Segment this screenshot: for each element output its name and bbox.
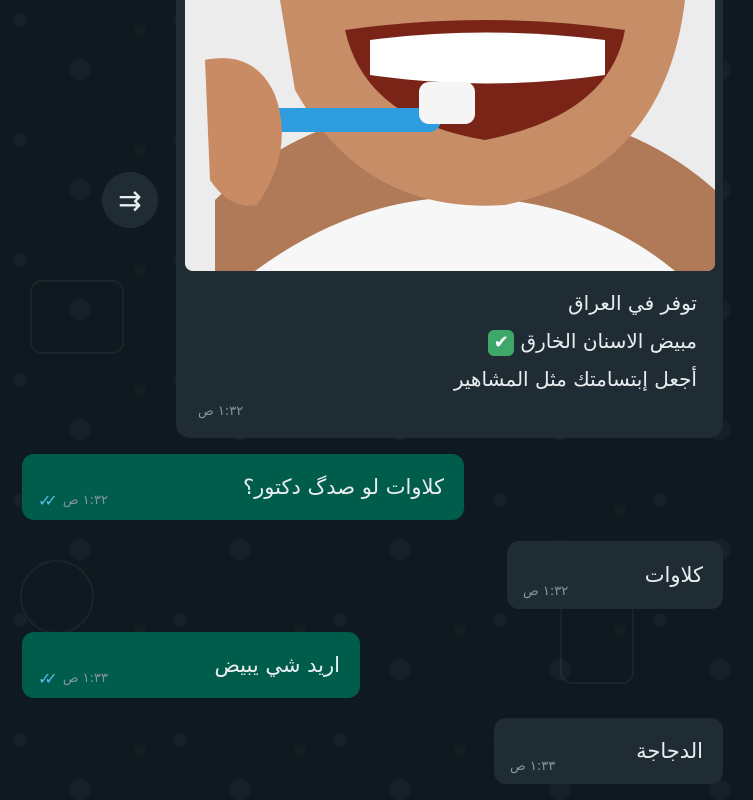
message-text: كلاوات [644, 563, 703, 587]
wallpaper-doodle [20, 560, 94, 634]
image-message-bubble[interactable]: توفر في العراق مبيض الاسنان الخارق ✔ أجع… [176, 0, 723, 438]
message-text: الدجاجة [636, 739, 703, 763]
incoming-message[interactable]: الدجاجة ١:٣٣ ص [494, 718, 723, 784]
message-time: ١:٣٣ ص [510, 759, 556, 774]
message-time: ١:٣٢ ص [62, 493, 108, 508]
message-meta: ✓✓ ١:٣٣ ص [38, 669, 108, 688]
incoming-message[interactable]: كلاوات ١:٣٢ ص [507, 541, 723, 609]
forward-icon: ⇉ [118, 183, 142, 217]
caption-line: توفر في العراق [568, 291, 697, 315]
forward-button[interactable]: ⇉ [102, 172, 158, 228]
image-caption: توفر في العراق مبيض الاسنان الخارق ✔ أجع… [454, 284, 697, 398]
message-text: كلاوات لو صدگ دكتور؟ [242, 475, 444, 499]
smiling-man-brushing-teeth-image [185, 0, 715, 271]
message-meta: ✓✓ ١:٣٢ ص [38, 491, 108, 510]
message-time: ١:٣٢ ص [198, 404, 244, 419]
wallpaper-doodle [560, 600, 634, 684]
outgoing-message[interactable]: اريد شي يبيض ✓✓ ١:٣٣ ص [22, 632, 360, 698]
outgoing-message[interactable]: كلاوات لو صدگ دكتور؟ ✓✓ ١:٣٢ ص [22, 454, 464, 520]
message-meta: ١:٣٣ ص [510, 759, 555, 774]
message-text: اريد شي يبيض [214, 653, 340, 677]
read-receipt-icon: ✓✓ [38, 669, 58, 688]
message-time: ١:٣٣ ص [62, 671, 108, 686]
message-meta: ١:٣٢ ص [523, 584, 568, 599]
check-mark-icon: ✔ [488, 329, 515, 356]
caption-line-text: مبيض الاسنان الخارق [520, 329, 697, 353]
message-photo[interactable] [185, 0, 715, 271]
caption-line: أجعل إبتسامتك مثل المشاهير [453, 367, 697, 391]
caption-line: مبيض الاسنان الخارق ✔ [454, 322, 697, 360]
wallpaper-doodle [30, 280, 124, 354]
message-time: ١:٣٢ ص [523, 584, 569, 599]
read-receipt-icon: ✓✓ [38, 491, 58, 510]
